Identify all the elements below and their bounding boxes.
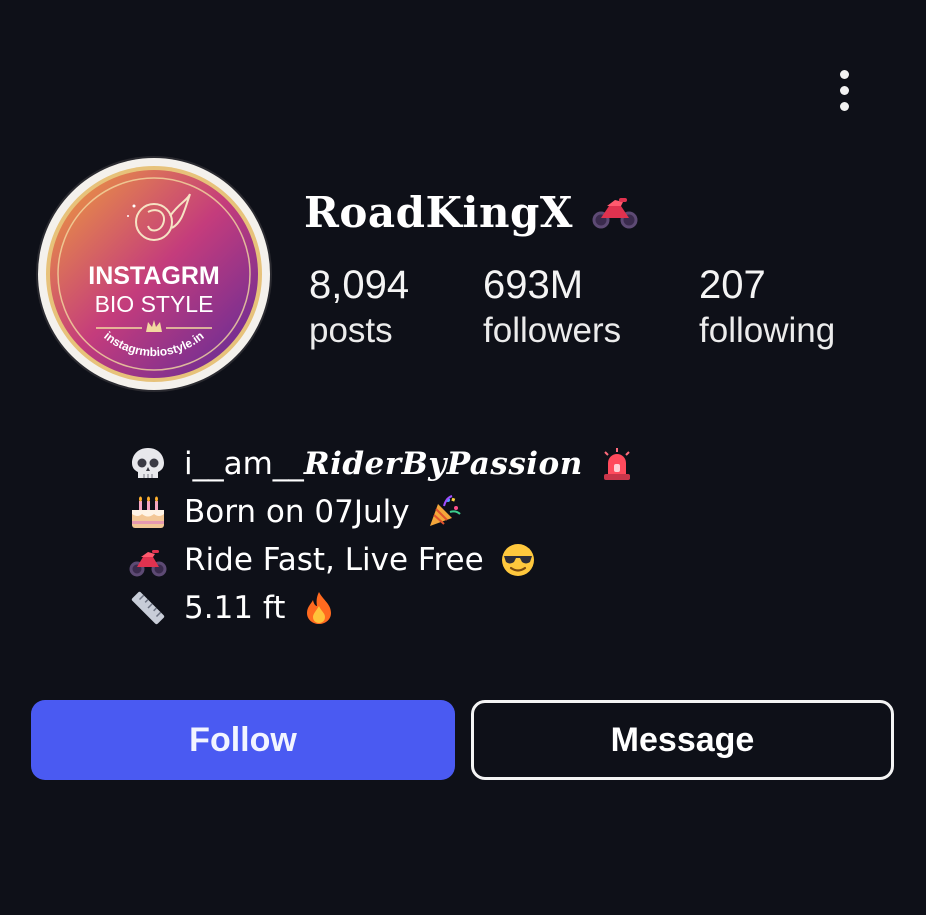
followers-label: followers <box>483 311 622 350</box>
bio-text-prefix: i__am__ <box>184 446 304 482</box>
skull-icon <box>132 448 164 478</box>
bio-line: i__am__ RiderByPassion <box>128 440 635 488</box>
stat-following[interactable]: 207 following <box>699 262 835 354</box>
cool-sunglasses-face-icon <box>501 544 534 576</box>
followers-count: 693M <box>483 263 584 307</box>
follow-button[interactable]: Follow <box>31 700 455 780</box>
svg-text:BIO STYLE: BIO STYLE <box>95 291 214 317</box>
svg-text:INSTAGRM: INSTAGRM <box>88 262 219 290</box>
bio-line: Born on 07July <box>128 488 635 536</box>
motorcycle-icon <box>592 198 638 229</box>
more-dot <box>839 101 849 111</box>
bio-line: 5.11 ft <box>128 584 635 632</box>
birthday-cake-icon <box>132 496 164 528</box>
posts-label: posts <box>309 311 393 350</box>
message-button[interactable]: Message <box>471 700 894 780</box>
motorcycle-icon <box>129 550 167 577</box>
username: RoadKingX <box>304 187 573 237</box>
stat-posts[interactable]: 8,094 posts <box>309 262 409 354</box>
fire-icon <box>307 592 332 624</box>
username-row: RoadKingX <box>304 184 639 240</box>
stat-followers[interactable]: 693M followers <box>483 262 621 354</box>
bio-text: 5.11 ft <box>184 590 286 626</box>
more-options-button[interactable] <box>826 64 862 116</box>
bio: i__am__ RiderByPassion Born on 07July Ri… <box>128 440 635 632</box>
more-vertical-icon <box>839 69 849 79</box>
profile-avatar[interactable]: INSTAGRM BIO STYLE instagrmbiostyle.in <box>38 158 270 390</box>
ruler-icon <box>131 591 165 625</box>
following-count: 207 <box>699 263 766 307</box>
bio-line: Ride Fast, Live Free <box>128 536 635 584</box>
bio-text: Born on 07July <box>184 494 410 530</box>
bio-text: Ride Fast, Live Free <box>184 542 484 578</box>
avatar-logo: INSTAGRM BIO STYLE instagrmbiostyle.in <box>46 166 262 382</box>
more-dot <box>839 85 849 95</box>
party-popper-icon <box>429 495 461 526</box>
posts-count: 8,094 <box>309 263 410 307</box>
bio-text-emphasis: RiderByPassion <box>303 446 583 482</box>
following-label: following <box>699 311 836 350</box>
siren-icon <box>603 448 630 480</box>
